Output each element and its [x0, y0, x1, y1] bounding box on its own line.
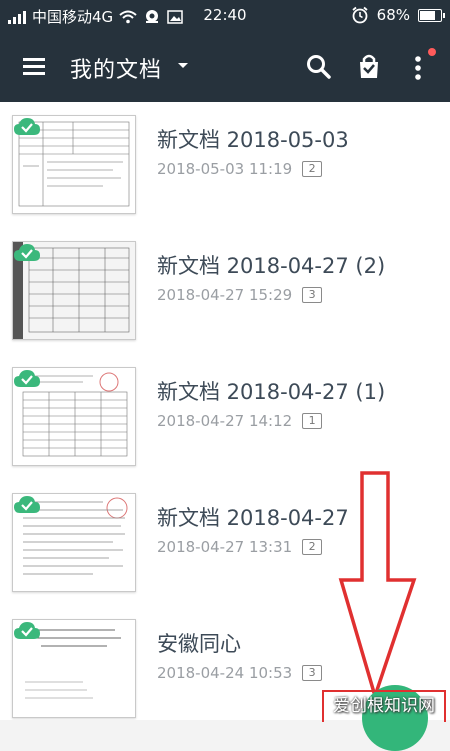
- document-date: 2018-04-27 14:12: [157, 412, 293, 430]
- alarm-icon: [352, 6, 368, 24]
- page-count-badge: 1: [302, 413, 323, 429]
- document-item[interactable]: 新文档 2018-04-27 (2) 2018-04-27 15:29 3: [0, 228, 450, 355]
- status-right: 68%: [351, 6, 445, 24]
- document-date: 2018-05-03 11:19: [157, 160, 293, 178]
- watermark: 爱创根知识网: [322, 690, 446, 722]
- app-bar: 我的文档: [0, 32, 450, 102]
- battery-icon: [418, 8, 445, 22]
- cloud-synced-icon: [14, 370, 40, 387]
- search-icon[interactable]: [304, 52, 334, 82]
- more-vert-icon[interactable]: [408, 54, 428, 82]
- document-meta: 2018-04-27 13:31 2: [157, 538, 323, 556]
- document-thumbnail: [12, 115, 136, 214]
- annotation-arrow-icon: [338, 471, 417, 700]
- page-title[interactable]: 我的文档: [70, 52, 162, 84]
- document-thumbnail: [12, 493, 136, 592]
- document-title: 新文档 2018-04-27 (2): [157, 254, 386, 278]
- document-meta: 2018-04-27 14:12 1: [157, 412, 323, 430]
- page-count-badge: 3: [302, 665, 323, 681]
- document-date: 2018-04-27 15:29: [157, 286, 293, 304]
- page-count-badge: 2: [302, 539, 323, 555]
- cloud-synced-icon: [14, 496, 40, 513]
- page-count-badge: 3: [302, 287, 323, 303]
- document-date: 2018-04-24 10:53: [157, 664, 293, 682]
- document-item[interactable]: 新文档 2018-05-03 2018-05-03 11:19 2: [0, 102, 450, 229]
- battery-percent: 68%: [376, 6, 410, 24]
- page-count-badge: 2: [302, 161, 323, 177]
- document-title: 安徽同心: [157, 632, 241, 656]
- cloud-synced-icon: [14, 244, 40, 261]
- cloud-synced-icon: [14, 622, 40, 639]
- document-thumbnail: [12, 619, 136, 718]
- caret-down-icon[interactable]: [176, 60, 190, 70]
- status-bar: 中国移动4G 22:40 68%: [0, 0, 450, 32]
- notification-dot: [428, 48, 436, 56]
- cloud-synced-icon: [14, 118, 40, 135]
- document-title: 新文档 2018-05-03: [157, 128, 349, 152]
- document-date: 2018-04-27 13:31: [157, 538, 293, 556]
- document-meta: 2018-05-03 11:19 2: [157, 160, 323, 178]
- document-title: 新文档 2018-04-27: [157, 506, 349, 530]
- document-meta: 2018-04-27 15:29 3: [157, 286, 323, 304]
- document-thumbnail: [12, 241, 136, 340]
- document-item[interactable]: 新文档 2018-04-27 (1) 2018-04-27 14:12 1: [0, 354, 450, 481]
- document-meta: 2018-04-24 10:53 3: [157, 664, 323, 682]
- menu-icon[interactable]: [20, 54, 50, 80]
- document-thumbnail: [12, 367, 136, 466]
- shopping-bag-icon[interactable]: [354, 52, 384, 82]
- more-menu[interactable]: [398, 46, 438, 88]
- document-title: 新文档 2018-04-27 (1): [157, 380, 386, 404]
